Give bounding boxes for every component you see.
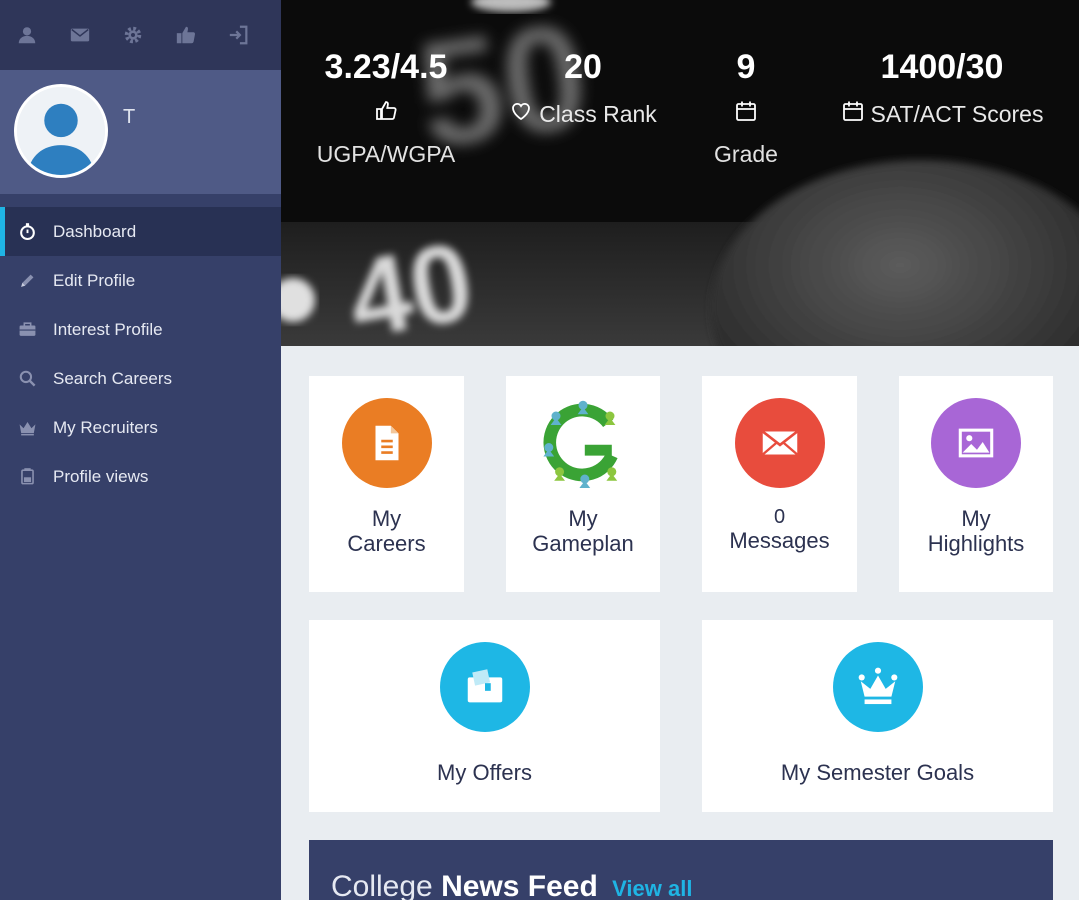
card-my-semester-goals[interactable]: My Semester Goals xyxy=(702,620,1053,812)
stat-icon-line: Class Rank xyxy=(503,99,663,129)
sidebar-item-label: My Recruiters xyxy=(53,417,158,437)
offer-icon xyxy=(439,642,530,732)
sidebar: T Dashboard Edit Profile Interest Profil… xyxy=(0,0,281,900)
stat-icon-line xyxy=(696,99,796,129)
stat-grade: 9 Grade xyxy=(696,48,796,168)
view-all-link[interactable]: View all xyxy=(612,876,692,900)
profile-block: T xyxy=(0,70,281,194)
crown-icon xyxy=(832,642,923,732)
sidebar-item-label: Profile views xyxy=(53,466,149,486)
stats-hero: 50 40 3.23/4.5 UGPA/WGPA 20 Class Rank 9… xyxy=(281,0,1079,346)
thumbs-up-icon xyxy=(374,99,398,129)
stat-label: Grade xyxy=(714,141,778,167)
pencil-icon xyxy=(17,271,37,291)
envelope-icon xyxy=(734,398,825,488)
sidebar-nav: Dashboard Edit Profile Interest Profile … xyxy=(0,207,281,501)
sidebar-toolbar xyxy=(0,0,281,70)
crown-icon xyxy=(17,418,37,438)
svg-text:40: 40 xyxy=(340,219,482,346)
card-label: My Highlights xyxy=(899,506,1053,556)
sidebar-item-my-recruiters[interactable]: My Recruiters xyxy=(0,403,281,452)
stat-icon-line: SAT/ACT Scores xyxy=(837,99,1047,129)
profile-name: T xyxy=(123,106,136,128)
sidebar-item-edit-profile[interactable]: Edit Profile xyxy=(0,256,281,305)
card-label-line: Highlights xyxy=(927,531,1025,556)
thumbs-up-icon[interactable] xyxy=(175,21,228,49)
card-label: My Gameplan xyxy=(506,506,660,556)
sidebar-item-label: Dashboard xyxy=(53,221,137,241)
news-feed-header: College News Feed View all xyxy=(309,840,1053,900)
stat-value: 3.23/4.5 xyxy=(324,48,448,86)
card-messages[interactable]: 0 Messages xyxy=(702,376,857,592)
stat-value: 9 xyxy=(736,48,756,86)
card-label: My Semester Goals xyxy=(780,760,975,785)
news-title-bold: News Feed xyxy=(441,870,598,900)
stat-gpa: 3.23/4.5 UGPA/WGPA xyxy=(311,48,461,168)
briefcase-icon xyxy=(17,320,37,340)
stat-label: SAT/ACT Scores xyxy=(870,100,1044,127)
card-label: My Offers xyxy=(437,760,532,785)
stat-sat-act: 1400/30 SAT/ACT Scores xyxy=(837,48,1047,129)
mail-icon[interactable] xyxy=(69,21,122,49)
calendar-icon xyxy=(734,99,758,129)
messages-count: 0 xyxy=(773,506,786,528)
sidebar-item-dashboard[interactable]: Dashboard xyxy=(0,207,281,256)
sidebar-item-interest-profile[interactable]: Interest Profile xyxy=(0,305,281,354)
image-icon xyxy=(931,398,1021,488)
sidebar-item-search-careers[interactable]: Search Careers xyxy=(0,354,281,403)
card-my-gameplan[interactable]: My Gameplan xyxy=(506,376,660,592)
card-label: Messages xyxy=(729,528,830,553)
card-label: My Careers xyxy=(309,506,464,556)
news-title-light: College xyxy=(331,870,433,900)
stopwatch-icon xyxy=(17,222,37,242)
card-label-line: My xyxy=(568,506,598,531)
sidebar-item-label: Search Careers xyxy=(53,368,173,388)
stat-value: 1400/30 xyxy=(880,48,1004,86)
card-label-line: Careers xyxy=(347,531,426,556)
stat-label: Class Rank xyxy=(539,100,657,127)
card-label-line: Gameplan xyxy=(532,531,634,556)
card-label-line: My xyxy=(961,506,991,531)
avatar[interactable] xyxy=(14,84,108,178)
gear-icon[interactable] xyxy=(122,21,175,49)
hourglass-icon xyxy=(17,467,37,487)
search-icon xyxy=(17,369,37,389)
calendar-icon xyxy=(841,99,865,129)
stat-value: 20 xyxy=(564,48,602,86)
gameplan-logo-icon xyxy=(538,398,628,488)
sidebar-item-profile-views[interactable]: Profile views xyxy=(0,452,281,501)
stat-icon-line xyxy=(311,99,461,129)
stat-label: UGPA/WGPA xyxy=(316,141,456,167)
card-my-highlights[interactable]: My Highlights xyxy=(899,376,1053,592)
user-icon[interactable] xyxy=(16,21,69,49)
stat-class-rank: 20 Class Rank xyxy=(503,48,663,129)
sidebar-item-label: Edit Profile xyxy=(53,270,136,290)
heart-icon xyxy=(509,99,533,129)
card-my-offers[interactable]: My Offers xyxy=(309,620,660,812)
sidebar-item-label: Interest Profile xyxy=(53,319,163,339)
sign-in-icon[interactable] xyxy=(228,21,281,49)
card-my-careers[interactable]: My Careers xyxy=(309,376,464,592)
card-label-line: My xyxy=(371,506,402,531)
document-icon xyxy=(341,398,432,488)
